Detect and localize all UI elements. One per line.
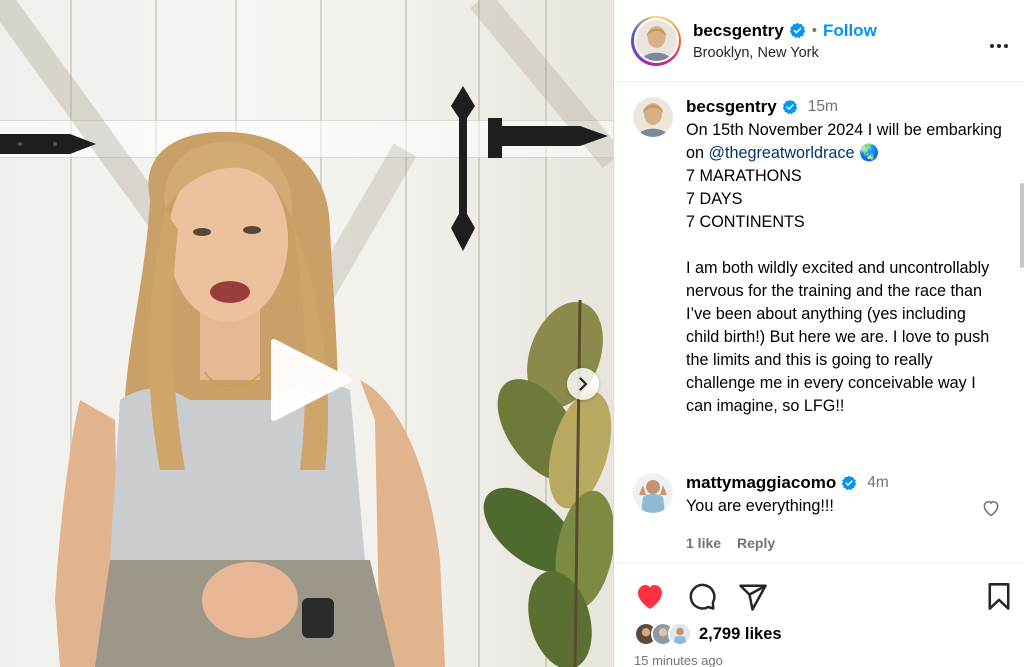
post-location[interactable]: Brooklyn, New York xyxy=(693,45,877,61)
globe-emoji: 🌏 xyxy=(859,144,880,162)
verified-badge-icon xyxy=(841,475,857,491)
author-username[interactable]: becsgentry xyxy=(693,21,784,41)
save-button[interactable] xyxy=(985,582,1013,617)
heart-filled-icon xyxy=(638,585,662,609)
heart-outline-icon xyxy=(983,501,999,517)
commenter-avatar[interactable] xyxy=(633,473,673,513)
person-figure xyxy=(55,131,445,667)
more-horizontal-icon xyxy=(990,44,1008,48)
comment-likes[interactable]: 1 like xyxy=(686,535,721,551)
follow-button[interactable]: Follow xyxy=(823,21,877,41)
comment-timestamp[interactable]: 4m xyxy=(867,474,889,492)
post-details-panel: becsgentry • Follow Brooklyn, New York b… xyxy=(613,0,1024,667)
caption-paragraph: I am both wildly excited and uncontrolla… xyxy=(686,259,990,415)
caption-line: 7 MARATHONS xyxy=(686,167,802,185)
post-actions-bar: 2,799 likes 15 minutes ago xyxy=(614,563,1024,667)
caption-author-avatar[interactable] xyxy=(633,97,673,137)
comment-button[interactable] xyxy=(687,582,717,612)
caption-timestamp[interactable]: 15m xyxy=(808,98,838,116)
mention-link[interactable]: @thegreatworldrace xyxy=(709,144,855,162)
likes-count[interactable]: 2,799 likes xyxy=(699,625,782,644)
comments-scroll-area[interactable]: becsgentry 15m On 15th November 2024 I w… xyxy=(614,83,1024,563)
caption-line: 7 DAYS xyxy=(686,190,743,208)
liker-avatar xyxy=(668,622,692,646)
verified-badge-icon xyxy=(782,99,798,115)
liker-avatars xyxy=(634,622,692,646)
scrollbar-thumb[interactable] xyxy=(1020,183,1024,268)
carousel-next-button[interactable] xyxy=(567,368,599,400)
play-button[interactable] xyxy=(268,338,352,422)
post-timestamp[interactable]: 15 minutes ago xyxy=(634,653,723,667)
caption-text: On 15th November 2024 I will be embarkin… xyxy=(686,119,1003,418)
post-header: becsgentry • Follow Brooklyn, New York xyxy=(614,0,1024,82)
comment-like-button[interactable] xyxy=(981,498,1001,523)
caption-username[interactable]: becsgentry xyxy=(686,97,777,117)
post-media-video[interactable] xyxy=(0,0,613,667)
play-icon xyxy=(271,339,351,421)
post-caption: becsgentry 15m On 15th November 2024 I w… xyxy=(633,97,1003,418)
more-options-button[interactable] xyxy=(983,30,1015,67)
caption-line: 7 CONTINENTS xyxy=(686,213,805,231)
separator-dot: • xyxy=(811,22,817,39)
reply-button[interactable]: Reply xyxy=(737,535,775,551)
like-button[interactable] xyxy=(634,581,666,613)
comment-text: You are everything!!! xyxy=(686,497,834,515)
comment-item: mattymaggiacomo 4m You are everything!!!… xyxy=(633,473,1013,551)
likes-summary[interactable]: 2,799 likes xyxy=(634,622,782,646)
comment-bubble-icon xyxy=(689,583,716,610)
verified-badge-icon xyxy=(789,22,806,39)
share-button[interactable] xyxy=(738,582,768,612)
bookmark-icon xyxy=(988,583,1010,610)
chevron-right-icon xyxy=(579,377,588,391)
story-ring[interactable] xyxy=(631,15,681,66)
commenter-username[interactable]: mattymaggiacomo xyxy=(686,473,836,493)
paper-plane-icon xyxy=(739,584,767,611)
author-avatar xyxy=(635,20,677,61)
